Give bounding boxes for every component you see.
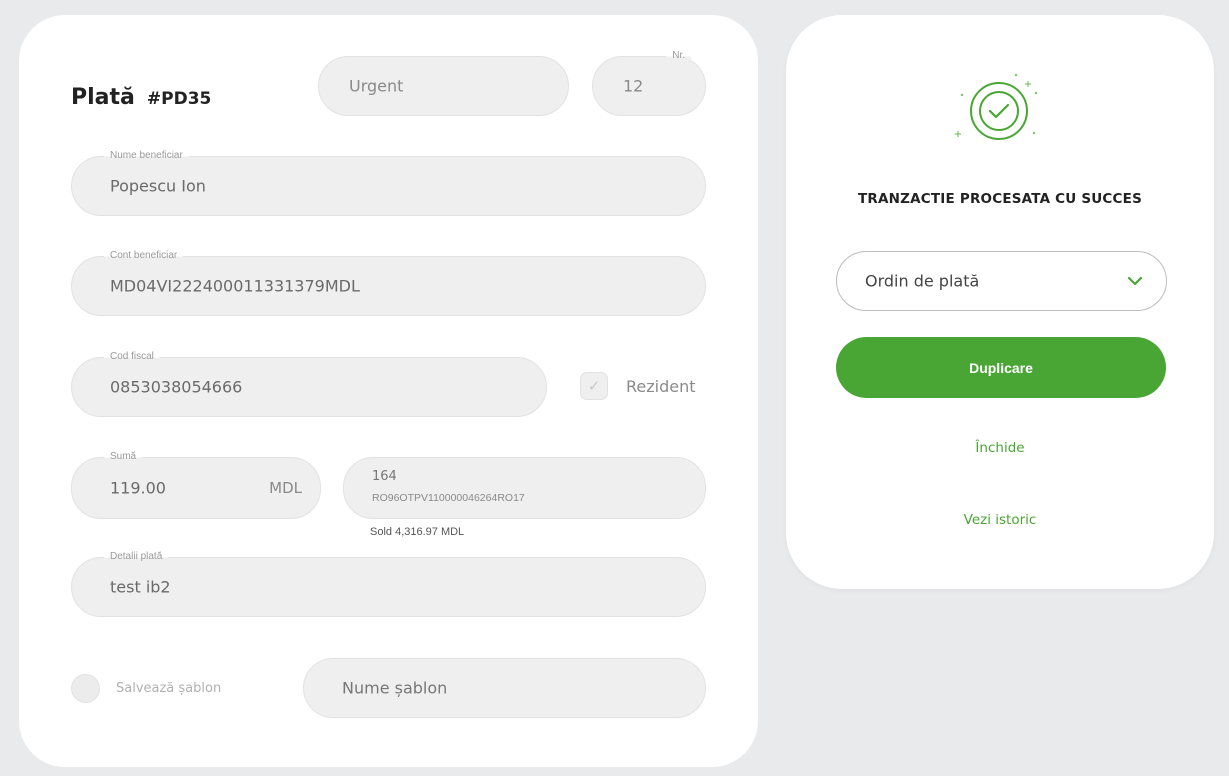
checkmark-icon[interactable]: ✓: [580, 372, 608, 400]
close-link[interactable]: Închide: [786, 440, 1214, 456]
chevron-down-icon: [1127, 276, 1143, 286]
success-card: TRANZACTIE PROCESATA CU SUCCES Ordin de …: [786, 15, 1214, 589]
payment-title-row: Plată #PD35: [71, 85, 211, 110]
nr-value: 12: [623, 76, 644, 96]
urgent-field[interactable]: Urgent: [318, 56, 569, 116]
source-account-iban: RO96OTPV110000046264RO17: [372, 492, 525, 504]
check-circle-icon: [955, 73, 1038, 140]
nr-field[interactable]: Nr. 12: [592, 50, 706, 116]
document-type-value: Ordin de plată: [865, 271, 980, 291]
template-name-placeholder: Nume șablon: [342, 678, 448, 698]
save-template-checkbox[interactable]: [71, 674, 100, 703]
balance-text: Sold 4,316.97 MDL: [370, 526, 465, 538]
fiscal-code-value: 0853038054666: [110, 377, 243, 397]
nr-label: Nr.: [666, 50, 691, 62]
payment-details-field[interactable]: Detalii plată test ib2: [71, 551, 706, 617]
beneficiary-account-field[interactable]: Cont beneficiar MD04VI222400011331379MDL: [71, 250, 706, 316]
resident-checkbox[interactable]: ✓ Rezident: [580, 372, 696, 400]
fiscal-code-field[interactable]: Cod fiscal 0853038054666: [71, 351, 547, 417]
beneficiary-account-value: MD04VI222400011331379MDL: [110, 276, 360, 296]
beneficiary-name-field[interactable]: Nume beneficiar Popescu Ion: [71, 150, 706, 216]
beneficiary-name-value: Popescu Ion: [110, 176, 206, 196]
urgent-placeholder: Urgent: [349, 76, 404, 96]
amount-currency: MDL: [269, 479, 302, 497]
resident-label: Rezident: [626, 376, 696, 396]
save-template-label: Salvează șablon: [116, 681, 222, 696]
amount-label: Sumă: [104, 451, 143, 463]
save-template-toggle[interactable]: Salvează șablon: [71, 674, 221, 703]
document-type-select[interactable]: Ordin de plată: [836, 251, 1167, 311]
amount-value: 119.00: [110, 478, 166, 498]
fiscal-code-label: Cod fiscal: [104, 351, 160, 363]
amount-field[interactable]: Sumă 119.00 MDL: [71, 451, 321, 519]
success-title: TRANZACTIE PROCESATA CU SUCCES: [858, 191, 1142, 207]
page-title: Plată: [71, 85, 135, 110]
duplicate-button[interactable]: Duplicare: [836, 337, 1166, 398]
payment-details-label: Detalii plată: [104, 551, 169, 563]
template-name-input[interactable]: Nume șablon: [303, 658, 706, 718]
beneficiary-account-label: Cont beneficiar: [104, 250, 184, 262]
page: Plată #PD35 Urgent Nr. 12 Nume beneficia…: [0, 0, 1229, 776]
beneficiary-name-label: Nume beneficiar: [104, 150, 189, 162]
payment-card: Plată #PD35 Urgent Nr. 12 Nume beneficia…: [19, 15, 758, 767]
view-history-link[interactable]: Vezi istoric: [786, 512, 1214, 528]
source-account-select[interactable]: 164 RO96OTPV110000046264RO17: [343, 457, 706, 519]
payment-details-value: test ib2: [110, 577, 171, 597]
payment-code: #PD35: [146, 89, 212, 109]
source-account-number: 164: [372, 469, 397, 484]
